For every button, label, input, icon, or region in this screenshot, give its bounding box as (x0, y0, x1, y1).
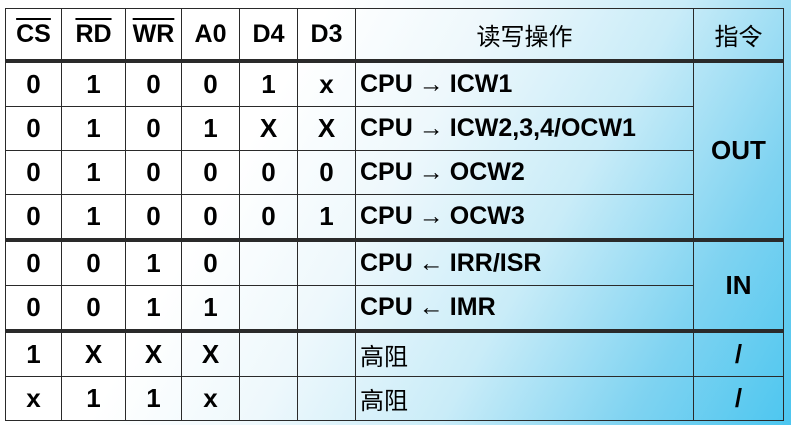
cell-d3 (297, 285, 356, 332)
cell-a0: X (181, 329, 240, 377)
cell-wr: 0 (125, 106, 182, 151)
arrow-right-icon: → (418, 202, 444, 230)
pic-8259-port-table: CS RD WR A0 D4 D3 读写操作 指令 0 1 0 0 1 x CP… (5, 8, 784, 421)
cell-rd: 1 (61, 60, 126, 107)
cell-operation: CPU → OCW3 (355, 194, 694, 241)
table-row: 0 0 1 1 CPU ← IMR (5, 285, 784, 332)
cell-a0: 1 (181, 285, 240, 332)
cell-wr: 1 (125, 238, 182, 286)
cell-d3 (297, 376, 356, 421)
cell-d4 (239, 238, 298, 286)
header-d3: D3 (297, 8, 356, 63)
cell-d4: 0 (239, 150, 298, 195)
cell-wr: 0 (125, 194, 182, 241)
cell-cs: 1 (5, 329, 62, 377)
cell-d3: X (297, 106, 356, 151)
header-row: CS RD WR A0 D4 D3 读写操作 指令 (5, 8, 784, 63)
cell-cs: 0 (5, 194, 62, 241)
arrow-right-icon: → (418, 114, 444, 142)
cell-operation: 高阻 (355, 376, 694, 421)
cell-operation: CPU → ICW1 (355, 60, 694, 107)
arrow-right-icon: → (418, 70, 444, 98)
cell-d4 (239, 329, 298, 377)
header-cs: CS (5, 8, 62, 63)
cell-d3: 1 (297, 194, 356, 241)
header-instruction: 指令 (693, 8, 784, 63)
table-row: 0 1 0 0 0 0 CPU → OCW2 (5, 150, 784, 195)
cell-wr: 1 (125, 376, 182, 421)
cell-wr: 1 (125, 285, 182, 332)
cell-operation: 高阻 (355, 329, 694, 377)
table-row: 0 0 1 0 CPU ← IRR/ISR IN (5, 238, 784, 332)
cell-cs: 0 (5, 150, 62, 195)
cell-operation: CPU → OCW2 (355, 150, 694, 195)
cell-d4: 0 (239, 194, 298, 241)
cell-a0: x (181, 376, 240, 421)
cell-cs: x (5, 376, 62, 421)
cell-operation: CPU ← IMR (355, 285, 694, 332)
cell-d4 (239, 376, 298, 421)
header-a0: A0 (181, 8, 240, 63)
cell-instruction-out: OUT (693, 60, 784, 241)
cell-d3 (297, 238, 356, 286)
arrow-left-icon: ← (418, 249, 444, 277)
header-operation: 读写操作 (355, 8, 694, 63)
cell-a0: 0 (181, 194, 240, 241)
cell-cs: 0 (5, 238, 62, 286)
cell-rd: 0 (61, 238, 126, 286)
header-d4: D4 (239, 8, 298, 63)
cell-instruction-none: / (693, 376, 784, 421)
arrow-left-icon: ← (418, 293, 444, 321)
cell-rd: 0 (61, 285, 126, 332)
cell-d3: 0 (297, 150, 356, 195)
cell-wr: 0 (125, 150, 182, 195)
cell-rd: 1 (61, 150, 126, 195)
cell-d3: x (297, 60, 356, 107)
cell-wr: X (125, 329, 182, 377)
table-row: 0 1 0 0 0 1 CPU → OCW3 (5, 194, 784, 241)
cell-d3 (297, 329, 356, 377)
cell-instruction-in: IN (693, 238, 784, 332)
cell-a0: 0 (181, 238, 240, 286)
cell-instruction-none: / (693, 329, 784, 377)
cell-a0: 1 (181, 106, 240, 151)
cell-cs: 0 (5, 60, 62, 107)
cell-cs: 0 (5, 106, 62, 151)
cell-operation: CPU → ICW2,3,4/OCW1 (355, 106, 694, 151)
arrow-right-icon: → (418, 158, 444, 186)
table-row: 0 1 0 0 1 x CPU → ICW1 OUT (5, 60, 784, 241)
cell-rd: 1 (61, 376, 126, 421)
cell-rd: 1 (61, 106, 126, 151)
cell-d4: X (239, 106, 298, 151)
table-row: 0 1 0 1 X X CPU → ICW2,3,4/OCW1 (5, 106, 784, 151)
cell-a0: 0 (181, 150, 240, 195)
cell-rd: X (61, 329, 126, 377)
header-rd: RD (61, 8, 126, 63)
cell-d4 (239, 285, 298, 332)
cell-cs: 0 (5, 285, 62, 332)
cell-wr: 0 (125, 60, 182, 107)
cell-operation: CPU ← IRR/ISR (355, 238, 694, 286)
table-row: x 1 1 x 高阻 / (5, 376, 784, 421)
cell-rd: 1 (61, 194, 126, 241)
header-wr: WR (125, 8, 182, 63)
table-row: 1 X X X 高阻 / (5, 329, 784, 377)
cell-a0: 0 (181, 60, 240, 107)
cell-d4: 1 (239, 60, 298, 107)
figure-background: CS RD WR A0 D4 D3 读写操作 指令 0 1 0 0 1 x CP… (0, 0, 791, 425)
